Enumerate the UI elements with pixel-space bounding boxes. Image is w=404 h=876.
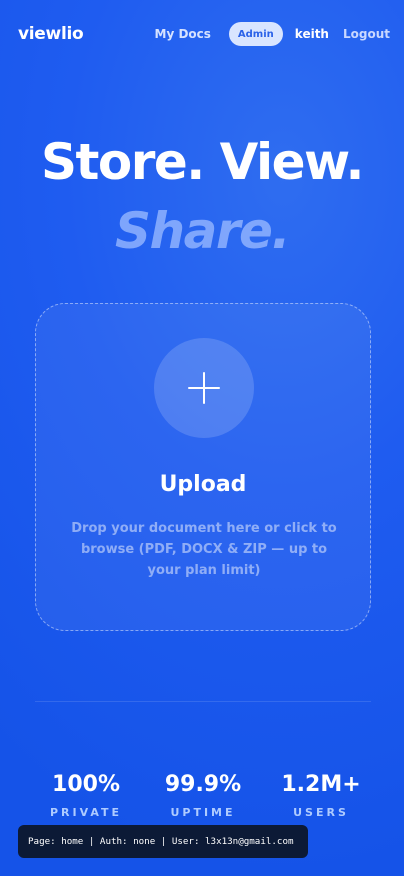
logo[interactable]: viewlio (18, 24, 84, 44)
nav-my-docs-link[interactable]: My Docs (155, 27, 211, 41)
stat-value: 100% (52, 772, 120, 797)
admin-button[interactable]: Admin (228, 22, 283, 46)
divider (35, 701, 371, 702)
stat-label: PRIVATE (49, 806, 123, 819)
nav-links: My Docs Admin keith Logout (155, 22, 390, 46)
stat-private: 100% PRIVATE (26, 772, 146, 819)
stat-label: USERS (293, 806, 349, 819)
stat-users: 1.2M+ USERS (261, 772, 381, 819)
top-nav: viewlio My Docs Admin keith Logout (18, 20, 390, 48)
upload-description: Drop your document here or click to brow… (71, 521, 337, 578)
upload-dropzone[interactable]: Upload Drop your document here or click … (35, 303, 371, 631)
logout-link[interactable]: Logout (343, 27, 390, 41)
stat-value: 99.9% (164, 772, 242, 797)
debug-status-bar: Page: home | Auth: none | User: l3x13n@g… (18, 825, 308, 858)
stat-label: UPTIME (170, 806, 236, 819)
plus-icon[interactable] (154, 338, 254, 438)
hero-headline: Store. View. (40, 133, 365, 191)
stat-uptime: 99.9% UPTIME (143, 772, 263, 819)
upload-title: Upload (159, 472, 247, 497)
hero-subheadline: Share. (115, 202, 290, 260)
stat-value: 1.2M+ (281, 772, 361, 797)
username: keith (294, 27, 329, 41)
